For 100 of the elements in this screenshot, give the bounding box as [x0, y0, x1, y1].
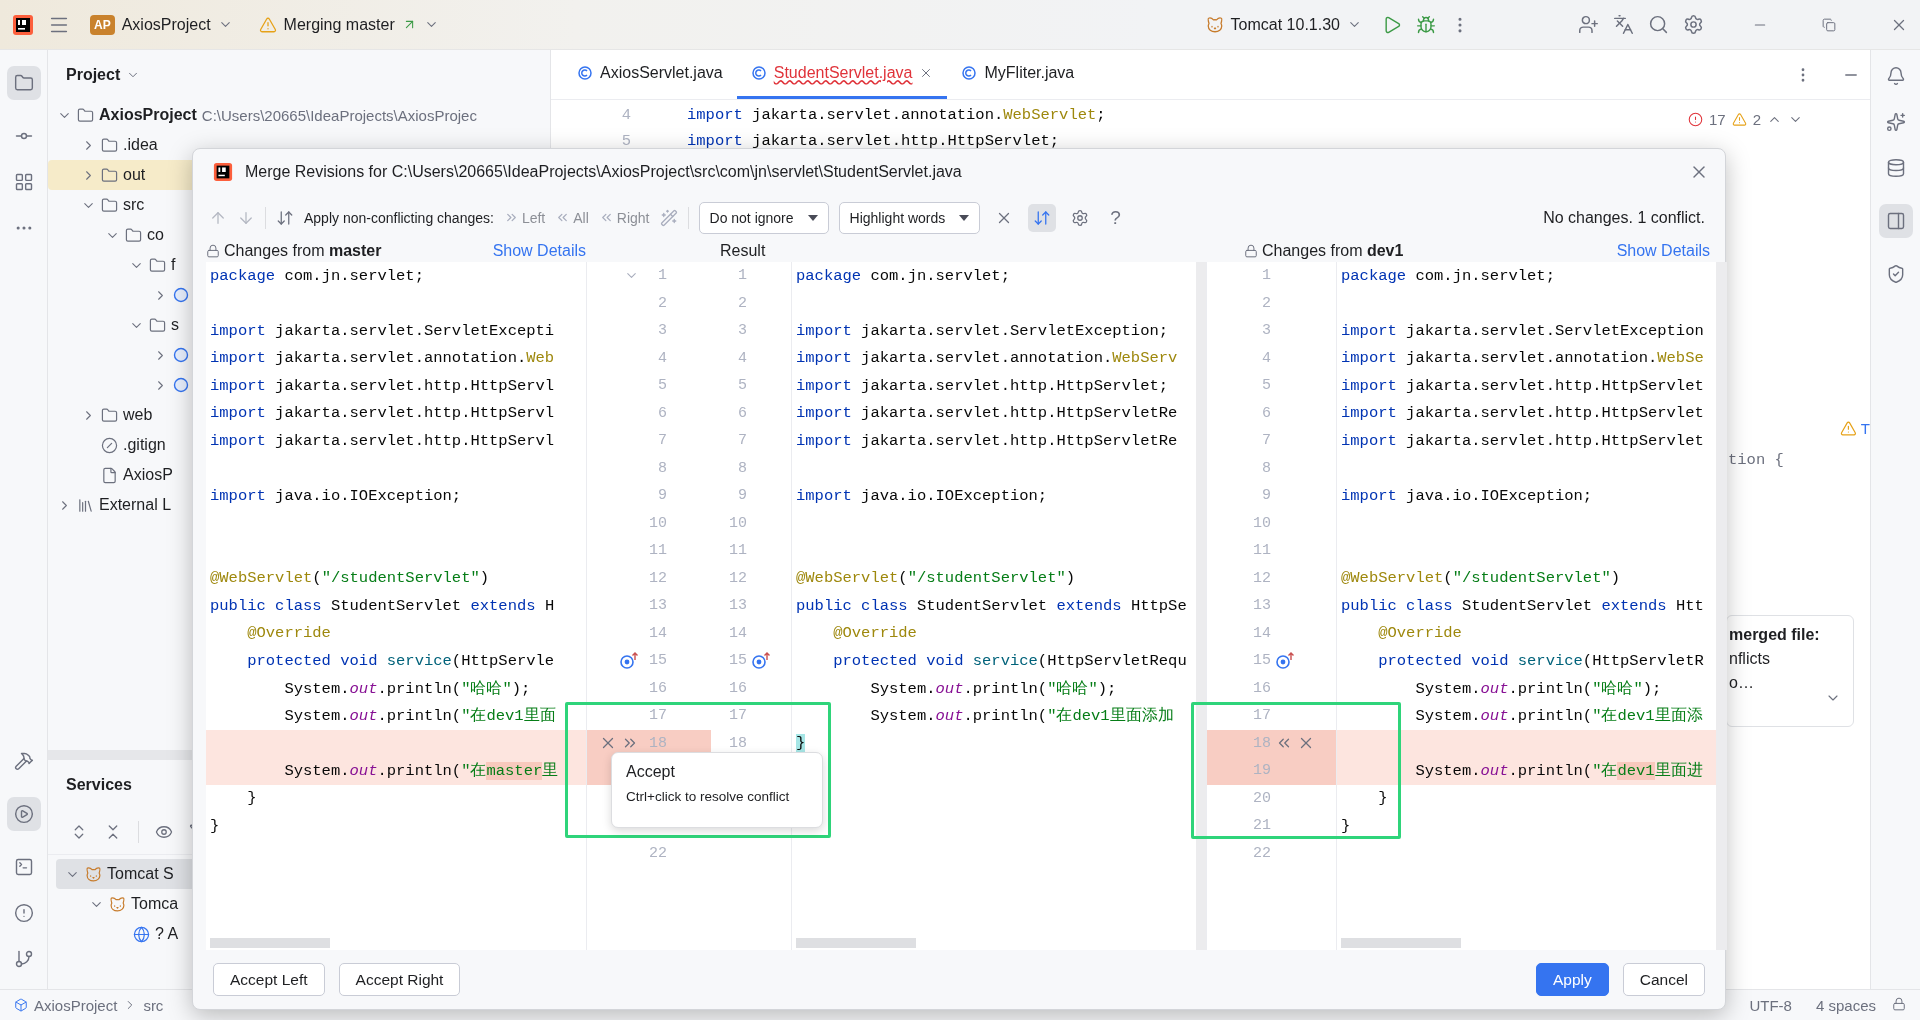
line-number: 5 [657, 377, 667, 395]
line-number: 4 [657, 349, 667, 367]
line-number: 17 [1252, 707, 1271, 725]
code-line: import jakarta.servlet.http.HttpServlet [1340, 404, 1704, 423]
line-number: 13 [728, 597, 747, 615]
code-line: @WebServlet("/studentServlet") [209, 569, 490, 588]
code-fragment: tion { [1728, 451, 1785, 469]
code-line: System.out.println("哈哈"); [283, 678, 531, 699]
dialog-title: Merge Revisions for C:\Users\20665\IdeaProjects\AxiosProject\src\com\jn\servlet\StudentServlet.java [245, 163, 962, 181]
line-number: 18 [728, 734, 747, 752]
line-number: 14 [1252, 624, 1271, 642]
code-line: import java.io.IOException; [209, 486, 462, 505]
line-number: 1 [657, 267, 667, 285]
line-number: 16 [648, 679, 667, 697]
code-line: package com.jn.servlet; [1340, 266, 1555, 285]
line-number: 16 [1252, 679, 1271, 697]
line-number: 11 [648, 542, 667, 560]
code-line: @Override [1377, 624, 1462, 643]
line-number: 15 [648, 652, 667, 670]
code-line: import jakarta.servlet.annotation.Web [209, 349, 555, 368]
line-number: 17 [728, 707, 747, 725]
line-number: 17 [648, 707, 667, 725]
code-line: import jakarta.servlet.http.HttpServletRe [795, 431, 1178, 450]
panel-title: Services [66, 776, 132, 794]
line-number: 12 [1252, 569, 1271, 587]
code-line: import jakarta.servlet.http.HttpServlet; [795, 376, 1169, 395]
merge-status: No changes. 1 conflict. [1543, 208, 1705, 227]
code-line: public class StudentServlet extends Htt [1340, 596, 1704, 615]
tooltip-hint: Ctrl+click to resolve conflict [626, 789, 791, 804]
line-number: 3 [1261, 322, 1271, 340]
line-number: 13 [648, 597, 667, 615]
line-number: 10 [648, 514, 667, 532]
code-line: import jakarta.servlet.http.HttpServlet [1340, 431, 1704, 450]
line-number: 6 [657, 404, 667, 422]
line-number: 6 [737, 404, 747, 422]
line-number: 11 [1252, 542, 1271, 560]
line-number: 18 [1252, 734, 1271, 752]
code-line: package com.jn.servlet; [209, 266, 424, 285]
line-number: 1 [1261, 267, 1271, 285]
code-line: import jakarta.servlet.ServletException [1340, 321, 1704, 340]
code-line: @Override [832, 624, 917, 643]
line-number: 11 [728, 542, 747, 560]
code-line: import jakarta.servlet.http.HttpServl [209, 404, 555, 423]
line-number: 8 [737, 459, 747, 477]
line-number: 13 [1252, 597, 1271, 615]
code-line: import jakarta.servlet.ServletException; [795, 321, 1169, 340]
code-line: } [1377, 789, 1388, 808]
code-line: import jakarta.servlet.http.HttpServl [209, 376, 555, 395]
code-fragment: T [1860, 420, 1870, 437]
code-line: @WebServlet("/studentServlet") [795, 569, 1076, 588]
line-number: 2 [657, 294, 667, 312]
line-number: 22 [1252, 844, 1271, 862]
code-line: import jakarta.servlet.http.HttpServl [209, 431, 555, 450]
code-line: import jakarta.servlet.annotation.WebServ [795, 349, 1178, 368]
code-line: } [1340, 816, 1351, 835]
code-line: } [246, 789, 257, 808]
code-line: import jakarta.servlet.annotation.WebServlet; [686, 106, 1106, 124]
line-number: 15 [1252, 652, 1271, 670]
code-line: protected void service(HttpServletR [1377, 651, 1704, 670]
code-line: protected void service(HttpServle [246, 651, 555, 670]
line-number: 3 [657, 322, 667, 340]
line-number: 5 [620, 132, 631, 150]
line-number: 6 [1261, 404, 1271, 422]
line-number: 9 [657, 487, 667, 505]
line-number: 16 [728, 679, 747, 697]
line-number: 12 [648, 569, 667, 587]
code-line: import jakarta.servlet.http.HttpServlet [1340, 376, 1704, 395]
code-line: import jakarta.servlet.ServletExcepti [209, 321, 555, 340]
code-line: import jakarta.servlet.http.HttpServletRe [795, 404, 1178, 423]
line-number: 10 [728, 514, 747, 532]
line-number: 4 [1261, 349, 1271, 367]
line-number: 22 [648, 844, 667, 862]
code-line: } [209, 816, 220, 835]
line-number: 20 [1252, 789, 1271, 807]
line-number: 9 [737, 487, 747, 505]
code-line: System.out.println("在master里 [283, 761, 559, 782]
line-number: 14 [648, 624, 667, 642]
line-number: 15 [728, 652, 747, 670]
warning-count: 2 [1752, 110, 1762, 128]
line-number: 2 [737, 294, 747, 312]
code-line: System.out.println("在dev1里面添加 [869, 706, 1174, 727]
code-line: System.out.println("哈哈"); [869, 678, 1117, 699]
line-number: 9 [1261, 487, 1271, 505]
line-number: 14 [728, 624, 747, 642]
code-line: import java.io.IOException; [1340, 486, 1593, 505]
notification-title: merged file: [1729, 626, 1821, 644]
line-number: 2 [1261, 294, 1271, 312]
line-number: 19 [1252, 762, 1271, 780]
line-number: 4 [737, 349, 747, 367]
line-number: 7 [657, 432, 667, 450]
line-number: 5 [1261, 377, 1271, 395]
path-text: C:\Users\20665\IdeaProjects\AxiosProjec [201, 106, 477, 124]
project-badge: AP [90, 14, 115, 35]
code-line: public class StudentServlet extends HttpSe [795, 596, 1187, 615]
notification-text: o… [1729, 674, 1755, 692]
line-number: 1 [737, 267, 747, 285]
line-number: 7 [1261, 432, 1271, 450]
code-line: public class StudentServlet extends H [209, 596, 555, 615]
code-line: @Override [246, 624, 331, 643]
code-line: protected void service(HttpServletRequ [832, 651, 1187, 670]
